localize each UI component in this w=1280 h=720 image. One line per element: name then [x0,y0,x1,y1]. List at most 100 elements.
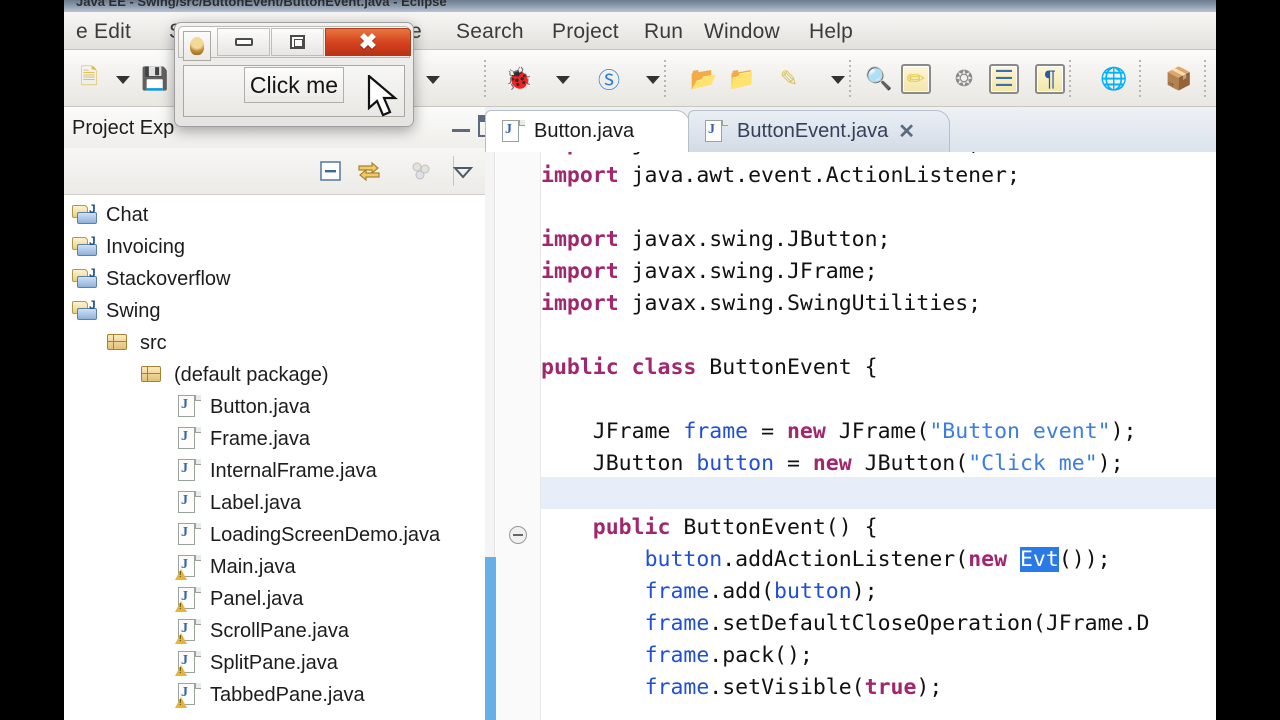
chevron-down-icon[interactable] [646,76,660,84]
search-icon[interactable]: 🔍 [864,64,894,94]
maximize-button[interactable] [271,28,324,56]
editor-annotation-column [496,152,541,720]
run-icon[interactable]: Ⓢ [594,64,624,94]
view-dropdown-icon[interactable] [450,158,476,184]
view-menu-icon[interactable] [408,158,434,184]
tree-item-label: (default package) [174,363,329,386]
tree-item-swing[interactable]: J Swing [72,295,160,327]
tab-button-java[interactable]: J Button.java [485,110,690,152]
chevron-down-icon[interactable] [116,76,130,84]
tree-item-label-java[interactable]: J Label.java [176,487,301,519]
browser-icon[interactable]: 🌐 [1099,64,1129,94]
tree-item-internalframe-java[interactable]: J InternalFrame.java [176,455,377,487]
chevron-down-icon[interactable] [556,76,570,84]
code-token: = [748,419,787,444]
tree-item-button-java[interactable]: J Button.java [176,391,310,423]
collapse-all-icon[interactable] [318,158,344,184]
tree-item-invoicing[interactable]: J Invoicing [72,231,185,263]
code-token: ()); [1058,547,1111,572]
code-line[interactable]: frame.setDefaultCloseOperation(JFrame.D [541,608,1150,640]
tree-item-stackoverflow[interactable]: J Stackoverflow [72,263,231,295]
toolbar-separator [1069,60,1071,98]
code-line[interactable]: JButton button = new JButton("Click me")… [541,448,1124,480]
code-token: JButton( [864,451,969,476]
package-folder-icon [140,363,166,387]
code-line[interactable]: import javax.swing.SwingUtilities; [541,288,981,320]
minimize-panel-icon[interactable] [452,122,470,132]
code-token: JFrame( [838,419,930,444]
tab-close-icon[interactable]: ✕ [898,119,915,144]
menu-help[interactable]: Help [809,20,853,44]
code-token: "Click me" [968,451,1098,476]
tree-item-frame-java[interactable]: J Frame.java [176,423,310,455]
code-line[interactable]: import java.awt.event.ActionListener; [541,160,1020,192]
code-token: import [541,227,632,252]
code-editor[interactable]: import java.awt.event.ActionEvent;import… [485,152,1216,720]
code-line[interactable]: JFrame frame = new JFrame("Button event"… [541,416,1137,448]
code-line[interactable]: frame.pack(); [541,640,813,672]
code-token: java.awt.event.ActionEvent; [632,152,982,156]
link-with-editor-icon[interactable] [356,158,382,184]
chevron-down-icon[interactable] [426,76,440,84]
tree-item-chat[interactable]: J Chat [72,199,148,231]
project-explorer-toolbar [64,148,485,195]
code-line[interactable]: frame.add(button); [541,576,878,608]
chevron-down-icon[interactable] [831,76,845,84]
code-token: new [812,451,865,476]
open-type-icon[interactable]: 📁 [727,64,757,94]
java-file-warning-icon: J! [175,651,202,676]
show-whitespace-icon[interactable]: ☰ [989,64,1019,94]
menu-run[interactable]: Run [644,20,683,44]
code-line[interactable]: import javax.swing.JButton; [541,224,891,256]
tree-item-src[interactable]: src [106,327,167,359]
code-line[interactable]: frame.setVisible(true); [541,672,943,704]
external-tools-icon[interactable]: 📂 [689,64,719,94]
tree-item-label: Invoicing [106,235,185,258]
tree-item-label: InternalFrame.java [210,459,377,482]
tree-item-default-package[interactable]: (default package) [140,359,329,391]
menu-search[interactable]: Search [456,20,524,44]
tree-item-scrollpane-java[interactable]: J! ScrollPane.java [175,615,349,647]
menu-window[interactable]: Window [704,20,780,44]
menu-edit[interactable]: Edit [94,20,131,44]
tree-item-main-java[interactable]: J! Main.java [175,551,296,583]
code-line[interactable]: button.addActionListener(new Evt()); [541,544,1111,576]
code-line[interactable]: import java.awt.event.ActionEvent; [541,152,981,160]
tree-item-tabbedpane-java[interactable]: J! TabbedPane.java [175,679,365,711]
tree-item-panel-java[interactable]: J! Panel.java [175,583,303,615]
collapse-fold-icon[interactable] [509,526,527,544]
code-token: frame [644,579,710,604]
code-token: javax.swing.SwingUtilities; [631,291,982,316]
click-me-button[interactable]: Click me [244,67,344,103]
deploy-icon[interactable]: 📦 [1164,64,1194,94]
pilcrow-icon[interactable]: ¶ [1035,64,1065,94]
save-icon[interactable]: 💾 [140,64,170,94]
toolbar-separator [664,60,666,98]
new-wizard-icon[interactable]: 🗎 [74,64,104,94]
new-java-class-icon[interactable]: ✎ [774,64,804,94]
tree-item-loadingscreendemo-java[interactable]: J LoadingScreenDemo.java [176,519,440,551]
menu-file[interactable]: e [76,20,88,44]
code-line[interactable]: public class ButtonEvent { [541,352,878,384]
code-line[interactable]: public ButtonEvent() { [541,512,878,544]
code-text[interactable]: import java.awt.event.ActionEvent;import… [541,152,1216,720]
tree-item-label: Swing [106,299,161,322]
code-line[interactable]: import javax.swing.JFrame; [541,256,878,288]
annotate-icon[interactable]: ❂ [949,64,979,94]
close-button[interactable]: ✖ [325,28,411,56]
tree-item-splitpane-java[interactable]: J! SplitPane.java [175,647,338,679]
minimize-button[interactable] [217,28,270,56]
code-token: ButtonEvent { [709,355,878,380]
debug-icon[interactable]: 🐞 [504,64,534,94]
marker-pen-icon[interactable]: ✏ [901,64,931,94]
code-token: frame [644,675,710,700]
project-explorer-panel: Project Exp J Chat J Invoicing J Stackov… [64,107,500,720]
menu-project[interactable]: Project [552,20,619,44]
java-file-icon: J [703,119,729,144]
tab-label: ButtonEvent.java [737,120,889,142]
tab-buttonevent-java[interactable]: J ButtonEvent.java ✕ [688,110,950,152]
editor-tabstrip: J Button.java J ButtonEvent.java ✕ [485,107,1216,152]
project-tree[interactable]: J Chat J Invoicing J Stackoverflow J Swing src (d… [64,195,485,720]
